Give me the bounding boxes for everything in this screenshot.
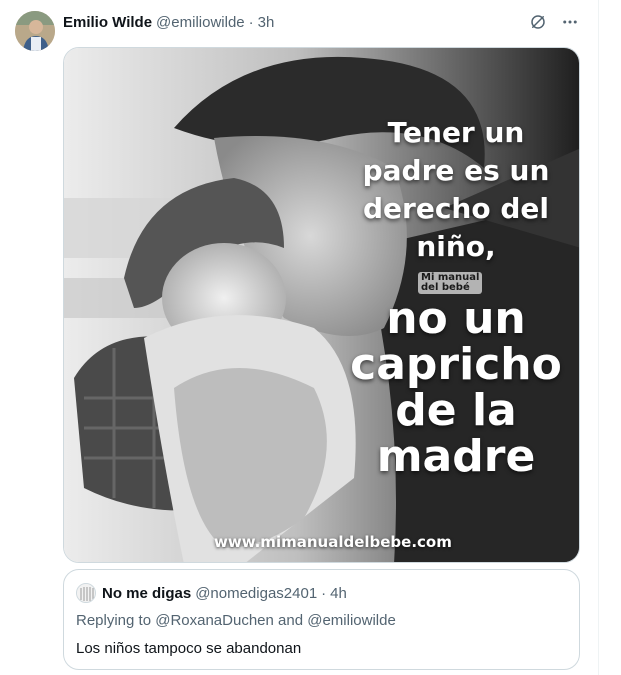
quoted-tweet[interactable]: No me digas @nomedigas2401 · 4h Replying… [63,569,580,670]
replying-to-and: and [273,612,308,629]
image-text-bottom: no un capricho de la madre [350,293,562,482]
quoted-tweet-header: No me digas @nomedigas2401 · 4h [76,583,347,603]
image-logo: Mi manual del bebé [418,272,483,294]
replying-to-prefix: Replying to [76,612,156,629]
tweet-time[interactable]: 3h [258,14,275,31]
quoted-author-handle[interactable]: @nomedigas2401 [195,585,317,602]
author-avatar[interactable] [15,11,55,51]
quoted-tweet-text: Los niños tampoco se abandonan [76,640,302,657]
separator-dot: · [248,13,254,31]
image-watermark-url: www.mimanualdelbebe.com [214,533,452,551]
author-name[interactable]: Emilio Wilde [63,14,152,31]
quoted-separator-dot: · [321,584,327,602]
slash-circle-icon[interactable] [528,12,548,32]
replying-to-line: Replying to @RoxanaDuchen and @emiliowil… [76,612,396,629]
author-handle[interactable]: @emiliowilde [156,14,245,31]
mention-emiliowilde[interactable]: @emiliowilde [307,612,396,629]
tweet-image[interactable]: Tener un padre es un derecho del niño, M… [63,47,580,563]
quoted-tweet-time[interactable]: 4h [330,585,347,602]
tweet-article[interactable]: Emilio Wilde @emiliowilde · 3h Tener un … [0,0,598,675]
tweet-header: Emilio Wilde @emiliowilde · 3h [63,12,274,32]
tweet-actions [528,12,580,32]
quoted-author-name[interactable]: No me digas [102,585,191,602]
more-horizontal-icon[interactable] [560,12,580,32]
quoted-author-avatar[interactable] [76,583,96,603]
mention-roxanaduchen[interactable]: @RoxanaDuchen [155,612,274,629]
image-text-top: Tener un padre es un derecho del niño, [362,116,550,263]
column-divider [598,0,599,675]
